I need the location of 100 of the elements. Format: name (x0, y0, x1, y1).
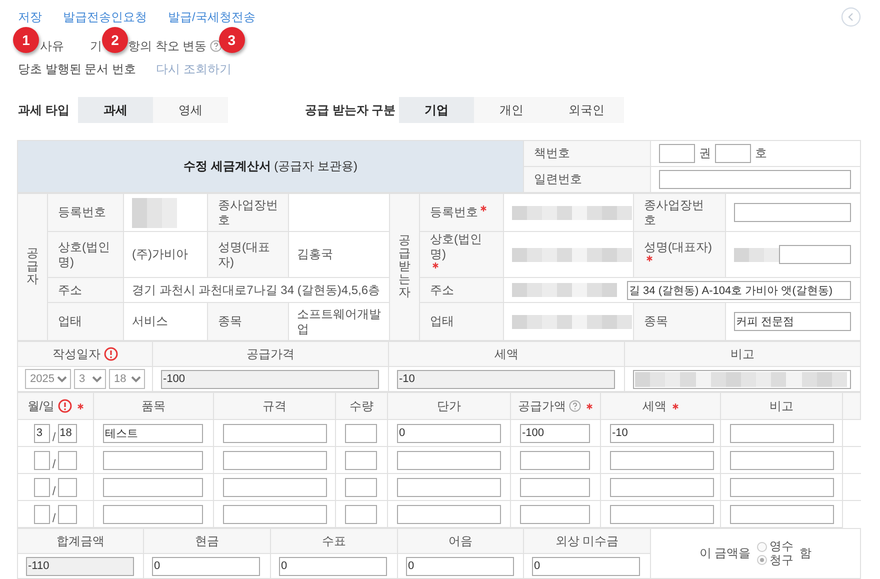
input-field[interactable] (730, 504, 834, 524)
input-field[interactable]: 0 (406, 556, 514, 576)
toggle-option[interactable]: 영세 (153, 97, 228, 123)
input-field[interactable] (730, 424, 834, 442)
input-field[interactable] (103, 478, 203, 496)
input-field[interactable] (659, 170, 851, 189)
column-header: 수표 (322, 534, 346, 548)
date-separator: / (52, 456, 56, 472)
input-field[interactable]: 길 34 (갈현동) A-104호 가비아 앳(갈현동) (627, 280, 851, 300)
input-field[interactable] (520, 478, 590, 496)
input-field[interactable] (345, 450, 377, 470)
radio-button[interactable] (756, 555, 767, 566)
day-field[interactable] (58, 504, 77, 524)
column-header: 어음 (448, 534, 472, 548)
radio-button[interactable] (756, 542, 767, 552)
field-label: 종사업장번호 (644, 198, 705, 228)
field-label: 성명(대표자) (218, 240, 271, 270)
input-field[interactable] (223, 424, 327, 442)
input-field[interactable]: 0 (152, 556, 260, 576)
input-field[interactable]: 테스트 (103, 424, 203, 442)
payment-suffix: 함 (800, 546, 812, 561)
column-header: 작성일자 (52, 346, 100, 362)
party-heading: 공급자 (26, 246, 38, 286)
column-header: 공급가액 (518, 398, 566, 414)
toggle-option[interactable]: 과세 (78, 97, 153, 123)
input-field[interactable] (734, 203, 851, 222)
help-icon[interactable] (210, 40, 222, 52)
input-field[interactable] (103, 504, 203, 524)
date-select[interactable]: 18 (109, 369, 145, 389)
redacted-block (734, 248, 779, 262)
input-field[interactable]: -10 (610, 424, 714, 442)
column-header: 규격 (262, 398, 286, 414)
input-field[interactable] (397, 478, 501, 496)
column-header: 세액 (642, 398, 666, 414)
column-header: 품목 (142, 398, 166, 414)
column-header: 외상 미수금 (555, 534, 619, 548)
input-field[interactable] (345, 478, 377, 496)
input-field[interactable] (223, 504, 327, 524)
field-label: 상호(법인명) (58, 240, 111, 270)
radio-label: 청구 (770, 554, 794, 568)
input-field[interactable]: -100 (520, 424, 590, 442)
column-header: 세액 (494, 346, 518, 362)
input-field[interactable]: 0 (279, 556, 387, 576)
field-label: 일련번호 (534, 172, 582, 186)
chevron-left-icon[interactable] (841, 7, 861, 27)
action-link[interactable]: 저장 (18, 8, 42, 26)
day-field[interactable] (58, 478, 77, 496)
input-field[interactable]: 0 (397, 424, 501, 442)
reason-option: 기 (90, 38, 102, 54)
alert-icon (58, 399, 72, 413)
input-field[interactable] (715, 144, 751, 163)
toggle-option[interactable]: 개인 (474, 97, 549, 123)
input-field[interactable] (633, 370, 851, 388)
column-header: 비고 (770, 398, 794, 414)
month-field[interactable] (34, 478, 50, 496)
input-field[interactable] (397, 504, 501, 524)
column-header: 비고 (730, 346, 754, 362)
month-field[interactable]: 3 (34, 424, 50, 442)
input-field[interactable] (103, 450, 203, 470)
reason-label: 사유 (40, 38, 64, 54)
month-field[interactable] (34, 504, 50, 524)
recipient-type-label: 공급 받는자 구분 (305, 102, 397, 118)
column-header: 합계금액 (56, 534, 104, 548)
day-field[interactable]: 18 (58, 424, 77, 442)
input-field[interactable] (730, 450, 834, 470)
field-label: 책번호 (534, 146, 570, 160)
action-link[interactable]: 발급전송인요청 (63, 8, 147, 26)
input-field[interactable] (730, 478, 834, 496)
input-field[interactable] (345, 424, 377, 442)
date-select[interactable]: 2025 (25, 369, 71, 389)
callout-badge: 3 (218, 27, 245, 53)
field-value: 경기 과천시 과천대로7나길 34 (갈현동)4,5,6층 (132, 282, 380, 296)
input-field[interactable] (779, 245, 851, 264)
input-field[interactable] (223, 478, 327, 496)
invoice-title: 수정 세금계산서 (공급자 보관용) (183, 159, 358, 173)
help-icon[interactable] (569, 400, 581, 412)
input-field[interactable] (520, 450, 590, 470)
input-field[interactable] (610, 504, 714, 524)
toggle-option[interactable]: 기업 (399, 97, 474, 123)
month-field[interactable] (34, 450, 50, 470)
input-field[interactable] (397, 450, 501, 470)
input-field[interactable] (610, 478, 714, 496)
toggle-option[interactable]: 외국인 (549, 97, 624, 123)
required-icon (586, 402, 593, 410)
day-field[interactable] (58, 450, 77, 470)
unit-label: 호 (755, 146, 767, 161)
input-field[interactable] (345, 504, 377, 524)
input-field[interactable]: 커피 전문점 (734, 312, 851, 331)
input-field[interactable] (659, 144, 695, 163)
date-select[interactable]: 3 (74, 369, 106, 389)
input-field[interactable] (610, 450, 714, 470)
action-link[interactable]: 발급/국세청전송 (168, 8, 256, 26)
reason-option: 항의 착오 변동 (128, 38, 207, 54)
input-field[interactable] (520, 504, 590, 524)
column-header: 단가 (437, 398, 461, 414)
required-icon (672, 402, 678, 410)
input-field[interactable]: 0 (532, 556, 640, 576)
column-header: 월/일 (27, 398, 55, 414)
input-field[interactable] (223, 450, 327, 470)
callout-badge: 2 (102, 27, 128, 53)
